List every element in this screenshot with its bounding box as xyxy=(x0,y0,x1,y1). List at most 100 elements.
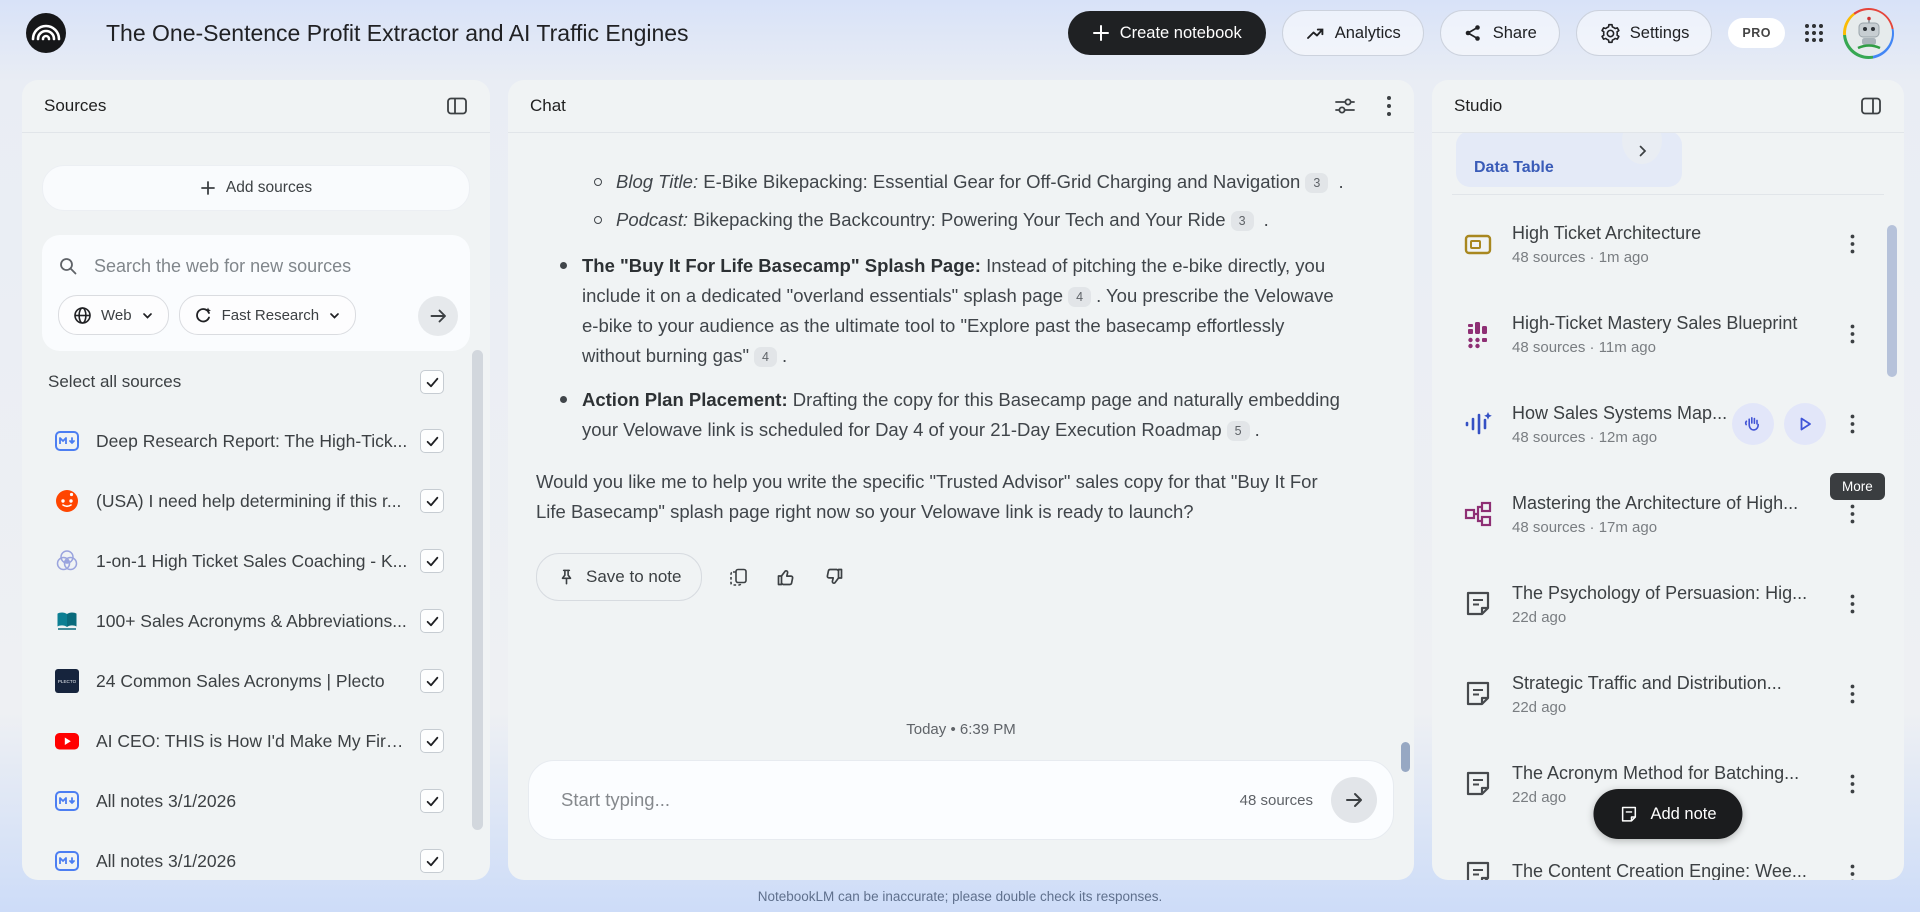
collapse-studio-panel-icon[interactable] xyxy=(1860,96,1882,116)
user-avatar[interactable] xyxy=(1843,8,1894,59)
studio-item-menu-icon[interactable] xyxy=(1840,594,1864,614)
chat-panel-title: Chat xyxy=(530,96,566,116)
chat-input[interactable] xyxy=(559,788,1240,812)
pro-badge: PRO xyxy=(1728,18,1785,48)
source-row[interactable]: AI CEO: THIS is How I'd Make My First ..… xyxy=(42,711,470,771)
notebooklm-logo-icon[interactable] xyxy=(26,13,66,53)
chevron-down-icon xyxy=(141,309,154,322)
studio-item-menu-icon[interactable] xyxy=(1840,234,1864,254)
sources-scrollbar[interactable] xyxy=(472,350,483,830)
research-mode-chip[interactable]: Fast Research xyxy=(179,295,357,335)
studio-item-menu-icon[interactable] xyxy=(1840,504,1864,524)
studio-item-menu-icon[interactable] xyxy=(1840,324,1864,344)
studio-panel-header: Studio xyxy=(1432,80,1904,133)
google-apps-grid-icon[interactable] xyxy=(1801,20,1827,46)
source-checkbox[interactable] xyxy=(420,429,444,453)
source-row[interactable]: PLECTO 24 Common Sales Acronyms | Plecto xyxy=(42,651,470,711)
copy-icon[interactable] xyxy=(728,567,749,588)
studio-item-menu-icon[interactable] xyxy=(1840,684,1864,704)
source-search-input[interactable] xyxy=(92,255,454,278)
sources-body: Add sources Web xyxy=(22,133,490,880)
create-notebook-button[interactable]: Create notebook xyxy=(1068,11,1266,55)
share-icon xyxy=(1463,23,1483,43)
audio-actions xyxy=(1732,403,1826,445)
thumbs-down-icon[interactable] xyxy=(823,566,845,588)
source-checkbox[interactable] xyxy=(420,729,444,753)
reddit-icon xyxy=(54,488,80,514)
markdown-doc-icon xyxy=(54,428,80,454)
notebook-title[interactable]: The One-Sentence Profit Extractor and AI… xyxy=(106,20,689,47)
studio-scrollbar[interactable] xyxy=(1887,225,1897,377)
citation-chip[interactable]: 5 xyxy=(1227,421,1250,441)
list-item-splash-page: The "Buy It For Life Basecamp" Splash Pa… xyxy=(556,251,1344,371)
pin-icon xyxy=(557,568,576,587)
youtube-icon xyxy=(54,728,80,754)
select-all-checkbox[interactable] xyxy=(420,370,444,394)
hollow-bullet xyxy=(594,178,602,186)
chat-more-menu-icon[interactable] xyxy=(1386,95,1392,117)
avatar-robot-image xyxy=(1846,10,1892,56)
search-icon xyxy=(58,256,78,276)
note-icon xyxy=(1462,678,1494,710)
sources-count-label: 48 sources xyxy=(1240,792,1313,809)
solid-bullet xyxy=(560,262,567,269)
settings-button[interactable]: Settings xyxy=(1576,10,1713,56)
source-checkbox[interactable] xyxy=(420,549,444,573)
share-button[interactable]: Share xyxy=(1440,10,1560,56)
add-note-button[interactable]: Add note xyxy=(1593,789,1742,839)
citation-chip[interactable]: 3 xyxy=(1231,211,1254,231)
thumbs-up-icon[interactable] xyxy=(775,566,797,588)
chat-settings-sliders-icon[interactable] xyxy=(1334,96,1356,116)
chat-message-area[interactable]: Blog Title: E-Bike Bikepacking: Essentia… xyxy=(508,133,1414,748)
source-checkbox[interactable] xyxy=(420,789,444,813)
assistant-question: Would you like me to help you write the … xyxy=(536,467,1344,527)
source-checkbox[interactable] xyxy=(420,669,444,693)
sources-list: Deep Research Report: The High-Tick... (… xyxy=(42,411,470,880)
notebooklm-app: The One-Sentence Profit Extractor and AI… xyxy=(0,0,1920,912)
studio-item-menu-icon[interactable] xyxy=(1840,414,1864,434)
search-submit-button[interactable] xyxy=(418,296,458,336)
play-button[interactable] xyxy=(1784,403,1826,445)
sources-panel-title: Sources xyxy=(44,96,106,116)
save-to-note-button[interactable]: Save to note xyxy=(536,553,702,601)
studio-item-audio-overview[interactable]: How Sales Systems Map... 48 sources · 12… xyxy=(1432,379,1904,469)
hollow-bullet xyxy=(594,216,602,224)
note-icon xyxy=(1462,768,1494,800)
studio-item-menu-icon[interactable] xyxy=(1840,774,1864,794)
source-checkbox[interactable] xyxy=(420,489,444,513)
chat-scrollbar[interactable] xyxy=(1401,742,1410,772)
citation-chip[interactable]: 3 xyxy=(1305,173,1328,193)
collapse-sources-panel-icon[interactable] xyxy=(446,96,468,116)
source-row[interactable]: (USA) I need help determining if this r.… xyxy=(42,471,470,531)
source-checkbox[interactable] xyxy=(420,609,444,633)
citation-chip[interactable]: 4 xyxy=(1068,287,1091,307)
markdown-doc-icon xyxy=(54,848,80,874)
chat-timestamp: Today • 6:39 PM xyxy=(508,721,1414,738)
studio-item[interactable]: Strategic Traffic and Distribution... 22… xyxy=(1432,649,1904,739)
source-row[interactable]: Deep Research Report: The High-Tick... xyxy=(42,411,470,471)
send-button[interactable] xyxy=(1331,777,1377,823)
studio-item-menu-icon[interactable] xyxy=(1840,864,1864,880)
source-row[interactable]: All notes 3/1/2026 xyxy=(42,831,470,880)
studio-item[interactable]: The Psychology of Persuasion: Hig... 22d… xyxy=(1432,559,1904,649)
more-tooltip: More xyxy=(1830,473,1885,500)
top-header: The One-Sentence Profit Extractor and AI… xyxy=(0,0,1920,66)
citation-chip[interactable]: 4 xyxy=(754,347,777,367)
gear-icon xyxy=(1599,23,1620,44)
analytics-trend-icon xyxy=(1305,23,1325,43)
studio-item[interactable]: High Ticket Architecture 48 sources · 1m… xyxy=(1432,199,1904,289)
note-icon xyxy=(1462,858,1494,880)
source-row[interactable]: 100+ Sales Acronyms & Abbreviations... xyxy=(42,591,470,651)
source-checkbox[interactable] xyxy=(420,849,444,873)
website-venn-icon xyxy=(54,548,80,574)
chat-panel: Chat Blog Title: E-Bike Bikepacking: Ess… xyxy=(508,80,1414,880)
sparkle-search-icon xyxy=(194,306,213,325)
studio-item[interactable]: High-Ticket Mastery Sales Blueprint 48 s… xyxy=(1432,289,1904,379)
analytics-button[interactable]: Analytics xyxy=(1282,10,1424,56)
source-row[interactable]: 1-on-1 High Ticket Sales Coaching - K... xyxy=(42,531,470,591)
add-sources-button[interactable]: Add sources xyxy=(42,165,470,211)
studio-panel-title: Studio xyxy=(1454,96,1502,116)
source-row[interactable]: All notes 3/1/2026 xyxy=(42,771,470,831)
interactive-mode-button[interactable] xyxy=(1732,403,1774,445)
web-filter-chip[interactable]: Web xyxy=(58,295,169,335)
